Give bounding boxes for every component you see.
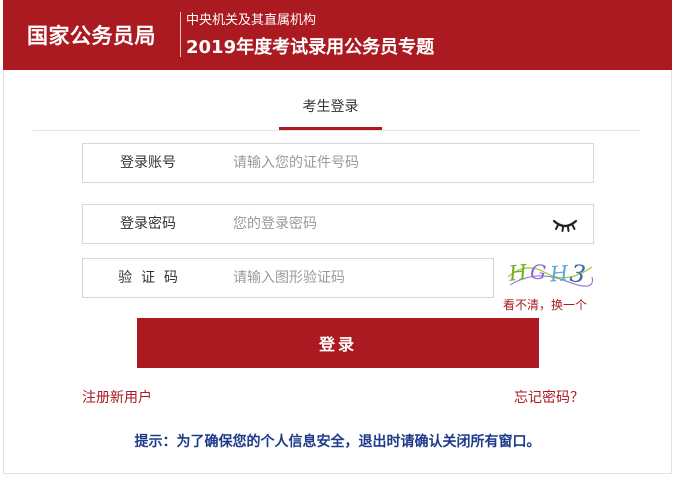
captcha-image[interactable]: H G H 3 xyxy=(506,255,594,291)
captcha-input[interactable] xyxy=(233,259,483,297)
account-input[interactable] xyxy=(233,144,573,182)
captcha-char: G xyxy=(529,259,547,284)
captcha-char: H xyxy=(548,261,570,286)
page-title: 2019年度考试录用公务员专题 xyxy=(186,37,435,58)
captcha-char: H xyxy=(507,260,529,286)
captcha-field: 验 证 码 xyxy=(82,258,494,298)
org-name: 国家公务员局 xyxy=(27,24,156,48)
password-input[interactable] xyxy=(233,205,533,243)
forgot-password-link[interactable]: 忘记密码？ xyxy=(514,387,584,407)
tab-candidate-login[interactable]: 考生登录 xyxy=(279,96,382,116)
password-label: 登录密码 xyxy=(120,216,176,232)
header-subtitle: 中央机关及其直属机构 xyxy=(186,13,317,28)
tab-divider xyxy=(33,130,641,131)
login-button[interactable]: 登录 xyxy=(137,318,539,368)
security-notice: 提示：为了确保您的个人信息安全，退出时请确认关闭所有窗口。 xyxy=(134,434,541,450)
captcha-refresh-link[interactable]: 看不清，换一个 xyxy=(503,296,587,313)
register-link[interactable]: 注册新用户 xyxy=(82,387,152,407)
header-banner: 国家公务员局 中央机关及其直属机构 2019年度考试录用公务员专题 xyxy=(3,0,672,70)
eye-closed-icon[interactable] xyxy=(551,215,579,235)
password-field: 登录密码 xyxy=(82,204,594,244)
header-divider xyxy=(180,12,181,57)
account-field: 登录账号 xyxy=(82,143,594,183)
captcha-label: 验 证 码 xyxy=(118,270,178,286)
account-label: 登录账号 xyxy=(120,155,176,171)
captcha-char: 3 xyxy=(568,259,587,289)
